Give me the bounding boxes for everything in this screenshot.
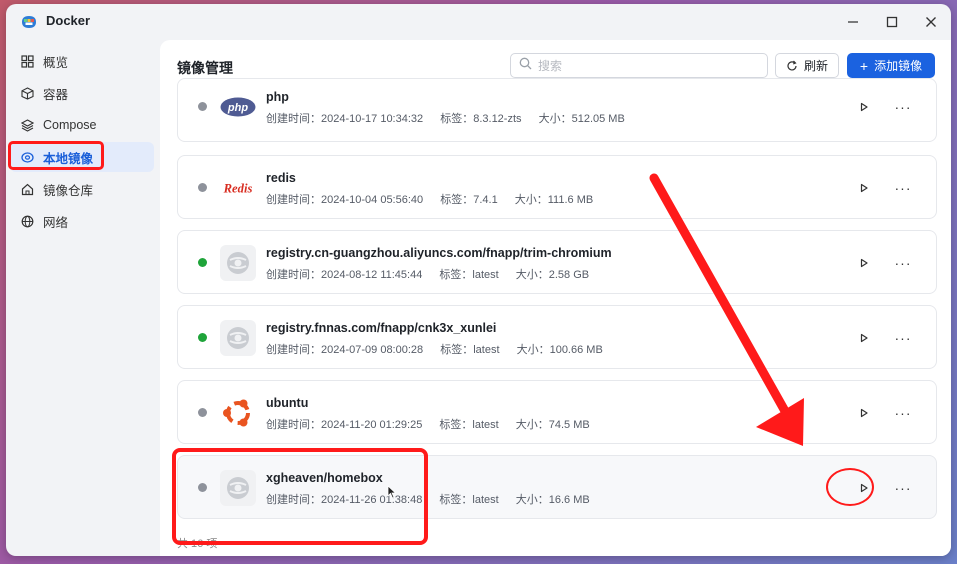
play-icon[interactable] xyxy=(854,328,874,348)
image-row-xunlei[interactable]: registry.fnnas.com/fnapp/cnk3x_xunlei 创建… xyxy=(177,305,937,369)
more-icon[interactable]: ··· xyxy=(892,97,914,117)
close-button[interactable] xyxy=(919,10,943,34)
sidebar-item-containers[interactable]: 容器 xyxy=(10,78,154,108)
image-row-php[interactable]: php php 创建时间：2024-10-17 10:34:32 标签：8.3.… xyxy=(177,78,937,142)
ubuntu-logo-icon xyxy=(220,395,256,431)
image-name: php xyxy=(266,90,289,104)
image-name: registry.cn-guangzhou.aliyuncs.com/fnapp… xyxy=(266,246,612,260)
status-dot xyxy=(198,258,207,267)
grid-icon xyxy=(20,54,34,68)
image-row-redis[interactable]: Redis redis 创建时间：2024-10-04 05:56:40 标签：… xyxy=(177,155,937,219)
title-bar: Docker xyxy=(6,4,951,40)
window-title: Docker xyxy=(46,13,91,28)
add-image-button[interactable]: + 添加镜像 xyxy=(847,53,935,78)
refresh-label: 刷新 xyxy=(803,59,828,73)
main-panel: 镜像管理 刷新 + 添加镜像 php php xyxy=(160,40,951,556)
layers-icon xyxy=(20,118,34,132)
cube-icon xyxy=(20,86,34,100)
sidebar-item-network[interactable]: 网络 xyxy=(10,206,154,236)
page-title: 镜像管理 xyxy=(177,60,233,76)
status-dot xyxy=(198,333,207,342)
docker-window: Docker 概览 容器 Compose 本地镜像 镜像仓库 网络 镜像管理 搜… xyxy=(6,4,951,556)
refresh-button[interactable]: 刷新 xyxy=(775,53,839,78)
image-meta: 创建时间：2024-10-04 05:56:40 标签：7.4.1 大小：111… xyxy=(266,194,594,206)
search-input[interactable] xyxy=(538,58,748,73)
more-icon[interactable]: ··· xyxy=(892,403,914,423)
sidebar-item-registry[interactable]: 镜像仓库 xyxy=(10,174,154,204)
image-meta: 创建时间：2024-11-26 01:38:48 标签：latest 大小：16… xyxy=(266,494,590,506)
maximize-button[interactable] xyxy=(880,10,904,34)
sidebar-item-compose[interactable]: Compose xyxy=(10,110,154,140)
search-icon xyxy=(519,57,532,75)
sidebar-item-label: Compose xyxy=(43,118,97,132)
disk-icon xyxy=(20,150,34,164)
image-row-trim-chromium[interactable]: registry.cn-guangzhou.aliyuncs.com/fnapp… xyxy=(177,230,937,294)
minimize-button[interactable] xyxy=(841,10,865,34)
docker-app-icon xyxy=(19,12,39,32)
svg-text:Redis: Redis xyxy=(223,182,253,196)
add-image-label: 添加镜像 xyxy=(874,59,923,73)
play-icon[interactable] xyxy=(854,478,874,498)
sidebar-item-label: 容器 xyxy=(43,87,69,102)
image-name: ubuntu xyxy=(266,396,309,410)
more-icon[interactable]: ··· xyxy=(892,478,914,498)
image-name: registry.fnnas.com/fnapp/cnk3x_xunlei xyxy=(266,321,497,335)
sidebar-item-label: 网络 xyxy=(43,215,69,230)
default-image-icon xyxy=(220,470,256,506)
image-row-ubuntu[interactable]: ubuntu 创建时间：2024-11-20 01:29:25 标签：lates… xyxy=(177,380,937,444)
sidebar-item-label: 概览 xyxy=(43,55,69,70)
play-icon[interactable] xyxy=(854,178,874,198)
play-icon[interactable] xyxy=(854,97,874,117)
svg-text:php: php xyxy=(227,102,248,114)
default-image-icon xyxy=(220,320,256,356)
sidebar-item-local-images[interactable]: 本地镜像 xyxy=(10,142,154,172)
image-name: xgheaven/homebox xyxy=(266,471,383,485)
status-dot xyxy=(198,408,207,417)
plus-icon: + xyxy=(859,57,869,74)
play-icon[interactable] xyxy=(854,403,874,423)
refresh-icon xyxy=(786,60,798,72)
redis-logo-icon: Redis xyxy=(220,170,256,206)
status-dot xyxy=(198,483,207,492)
status-dot xyxy=(198,102,207,111)
sidebar-item-label: 本地镜像 xyxy=(43,151,94,166)
image-name: redis xyxy=(266,171,296,185)
sidebar-item-label: 镜像仓库 xyxy=(43,183,94,198)
globe-icon xyxy=(20,214,34,228)
item-count: 共 16 项 xyxy=(177,538,218,550)
sidebar-item-overview[interactable]: 概览 xyxy=(10,46,154,76)
status-dot xyxy=(198,183,207,192)
more-icon[interactable]: ··· xyxy=(892,178,914,198)
image-row-homebox[interactable]: xgheaven/homebox 创建时间：2024-11-26 01:38:4… xyxy=(177,455,937,519)
php-logo-icon: php xyxy=(220,89,256,125)
home-icon xyxy=(20,182,34,196)
search-box[interactable] xyxy=(510,53,768,78)
image-meta: 创建时间：2024-11-20 01:29:25 标签：latest 大小：74… xyxy=(266,419,590,431)
image-meta: 创建时间：2024-10-17 10:34:32 标签：8.3.12-zts 大… xyxy=(266,113,625,125)
image-meta: 创建时间：2024-07-09 08:00:28 标签：latest 大小：10… xyxy=(266,344,603,356)
more-icon[interactable]: ··· xyxy=(892,328,914,348)
more-icon[interactable]: ··· xyxy=(892,253,914,273)
play-icon[interactable] xyxy=(854,253,874,273)
default-image-icon xyxy=(220,245,256,281)
image-meta: 创建时间：2024-08-12 11:45:44 标签：latest 大小：2.… xyxy=(266,269,590,281)
